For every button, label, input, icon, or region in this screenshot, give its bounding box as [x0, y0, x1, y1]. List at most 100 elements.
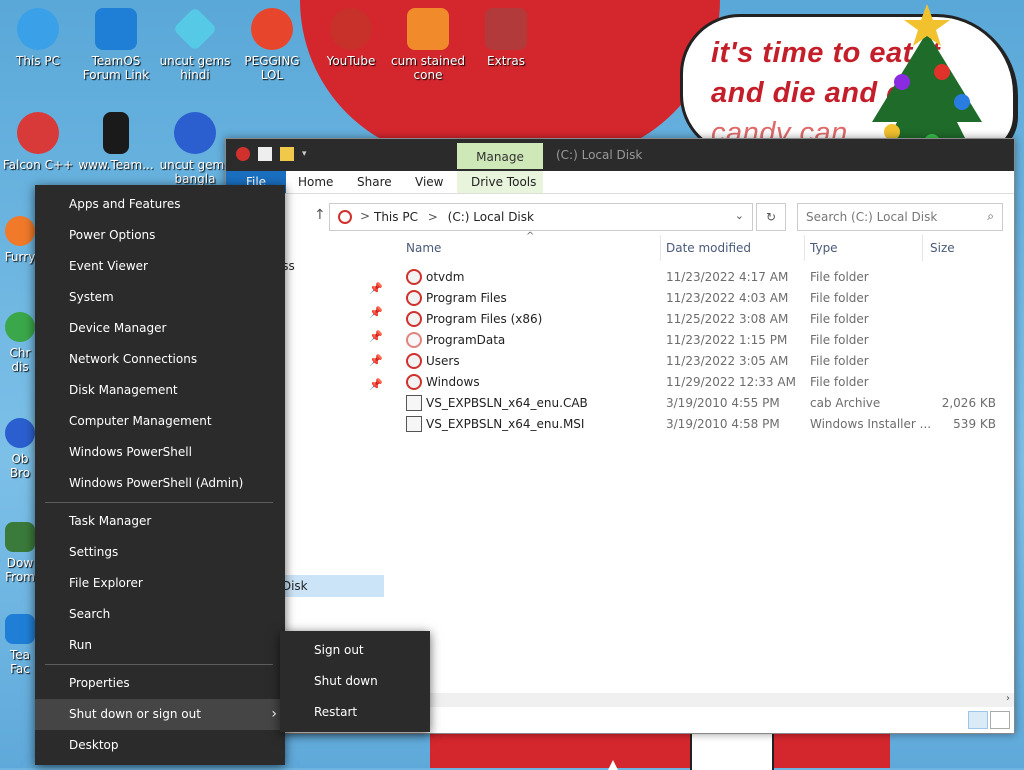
menu-item-search[interactable]: Search — [35, 599, 285, 630]
new-folder-icon[interactable] — [280, 147, 294, 161]
file-row[interactable]: ProgramData 11/23/2022 1:15 PM File fold… — [396, 330, 1000, 351]
tab-home[interactable]: Home — [298, 175, 333, 189]
desktop-icon-label: uncut gems hindi — [159, 54, 231, 82]
menu-item-restart[interactable]: Restart — [280, 697, 430, 728]
sort-ascending-icon: ^ — [526, 231, 535, 242]
menu-item-computer-management[interactable]: Computer Management — [35, 406, 285, 437]
refresh-button[interactable]: ↻ — [756, 203, 786, 231]
column-header-type[interactable]: Type — [810, 241, 838, 255]
file-row[interactable]: Program Files (x86) 11/25/2022 3:08 AM F… — [396, 309, 1000, 330]
column-header-name[interactable]: Name — [406, 241, 441, 255]
peggle-logo-icon — [251, 8, 293, 50]
file-type: File folder — [810, 354, 869, 368]
desktop-icon-this-pc[interactable]: This PC — [0, 8, 76, 68]
column-divider — [922, 235, 923, 261]
properties-icon[interactable] — [258, 147, 272, 161]
file-row[interactable]: otvdm 11/23/2022 4:17 AM File folder — [396, 267, 1000, 288]
desktop-icon-label: Ob Bro — [9, 452, 31, 480]
menu-item-properties[interactable]: Properties — [35, 668, 285, 699]
desktop-icon-label: Tea Fac — [9, 648, 31, 676]
search-input[interactable]: Search (C:) Local Disk ⌕ — [797, 203, 1003, 231]
file-name: Program Files — [426, 291, 507, 305]
menu-item-disk-management[interactable]: Disk Management — [35, 375, 285, 406]
menu-item-shut-down[interactable]: Shut down — [280, 666, 430, 697]
menu-item-settings[interactable]: Settings — [35, 537, 285, 568]
file-row[interactable]: Program Files 11/23/2022 4:03 AM File fo… — [396, 288, 1000, 309]
mouse-cursor-icon — [608, 760, 618, 770]
scroll-right-icon[interactable]: › — [1006, 693, 1010, 704]
menu-item-task-manager[interactable]: Task Manager — [35, 506, 285, 537]
tab-view[interactable]: View — [415, 175, 443, 189]
menu-item-shut-down-or-sign-out[interactable]: Shut down or sign out › — [35, 699, 285, 730]
menu-item-file-explorer[interactable]: File Explorer — [35, 568, 285, 599]
chevron-right-icon: › — [271, 706, 277, 722]
tab-share[interactable]: Share — [357, 175, 392, 189]
desktop-icon-obama[interactable]: Ob Bro — [0, 418, 40, 480]
this-pc-icon — [17, 8, 59, 50]
desktop-icon-cone[interactable]: cum stained cone — [390, 8, 466, 82]
menu-item-apps-and-features[interactable]: Apps and Features — [35, 189, 285, 220]
desktop-icon-extras[interactable]: Extras — [468, 8, 544, 68]
column-header-size[interactable]: Size — [930, 241, 955, 255]
pin-icon: 📌 — [369, 282, 383, 295]
file-date: 11/23/2022 4:17 AM — [666, 270, 789, 284]
column-header-row: ^ Name Date modified Type Size — [396, 231, 1014, 261]
breadcrumb-this-pc[interactable]: This PC — [374, 210, 418, 224]
file-row[interactable]: Users 11/23/2022 3:05 AM File folder — [396, 351, 1000, 372]
file-name: Windows — [426, 375, 480, 389]
gear-icon — [5, 614, 35, 644]
desktop-icon-chrome[interactable]: Chr dis — [0, 312, 40, 374]
menu-item-device-manager[interactable]: Device Manager — [35, 313, 285, 344]
desktop-icon-uncut-gems-hindi[interactable]: uncut gems hindi — [157, 6, 233, 82]
falcon-cpp-icon — [17, 112, 59, 154]
desktop-icon-teamos[interactable]: TeamOS Forum Link — [78, 8, 154, 82]
file-row[interactable]: VS_EXPBSLN_x64_enu.MSI 3/19/2010 4:58 PM… — [396, 414, 1000, 435]
menu-item-sign-out[interactable]: Sign out — [280, 635, 430, 666]
file-name: VS_EXPBSLN_x64_enu.MSI — [426, 417, 585, 431]
traffic-cone-icon — [407, 8, 449, 50]
file-name: VS_EXPBSLN_x64_enu.CAB — [426, 396, 588, 410]
file-row[interactable]: VS_EXPBSLN_x64_enu.CAB 3/19/2010 4:55 PM… — [396, 393, 1000, 414]
file-row[interactable]: Windows 11/29/2022 12:33 AM File folder — [396, 372, 1000, 393]
desktop-icon-label: TeamOS Forum Link — [82, 54, 150, 82]
tab-drive-tools[interactable]: Drive Tools — [471, 175, 536, 189]
desktop-icon-label: YouTube — [326, 54, 376, 68]
chevron-down-icon[interactable]: ▾ — [302, 147, 316, 161]
desktop-icon-label: Dow From — [5, 556, 35, 584]
drive-icon[interactable] — [236, 147, 250, 161]
address-bar[interactable]: > This PC > (C:) Local Disk ⌄ — [329, 203, 753, 231]
file-type: File folder — [810, 375, 869, 389]
menu-item-run[interactable]: Run — [35, 630, 285, 661]
column-header-date[interactable]: Date modified — [666, 241, 751, 255]
search-icon: ⌕ — [987, 209, 994, 223]
desktop-icon-youtube[interactable]: YouTube — [313, 8, 389, 68]
desktop-icon-falcon[interactable]: Falcon C++ — [0, 112, 76, 172]
folder-icon — [406, 269, 422, 285]
drive-icon — [338, 210, 352, 224]
menu-item-network-connections[interactable]: Network Connections — [35, 344, 285, 375]
tab-manage[interactable]: Manage — [457, 143, 543, 169]
chevron-down-icon[interactable]: ⌄ — [735, 209, 744, 222]
desktop-icon-label: PEGGING LOL — [244, 54, 300, 82]
menu-item-powershell[interactable]: Windows PowerShell — [35, 437, 285, 468]
document-icon — [103, 112, 129, 154]
desktop-icon-uncut-gems-bangla[interactable]: uncut gems bangla — [157, 112, 233, 186]
menu-item-powershell-admin[interactable]: Windows PowerShell (Admin) — [35, 468, 285, 499]
desktop-icon-team-fac[interactable]: Tea Fac — [0, 614, 40, 676]
desktop-icon-www-team[interactable]: www.Team... — [78, 112, 154, 172]
desktop-icon-label: Falcon C++ — [2, 158, 74, 172]
desktop-icon-furry[interactable]: Furry — [0, 216, 40, 264]
file-name: Program Files (x86) — [426, 312, 543, 326]
menu-item-power-options[interactable]: Power Options — [35, 220, 285, 251]
desktop-icon-download[interactable]: Dow From — [0, 522, 40, 584]
horizontal-scrollbar[interactable]: › — [386, 693, 1014, 707]
menu-item-desktop[interactable]: Desktop — [35, 730, 285, 761]
breadcrumb-current[interactable]: (C:) Local Disk — [448, 210, 534, 224]
details-view-button[interactable] — [968, 711, 988, 729]
large-icons-view-button[interactable] — [990, 711, 1010, 729]
menu-item-event-viewer[interactable]: Event Viewer — [35, 251, 285, 282]
shutdown-submenu: Sign out Shut down Restart — [280, 631, 430, 732]
desktop-icon-pegging[interactable]: PEGGING LOL — [234, 8, 310, 82]
menu-item-system[interactable]: System — [35, 282, 285, 313]
up-arrow-icon[interactable]: ↑ — [314, 207, 326, 223]
